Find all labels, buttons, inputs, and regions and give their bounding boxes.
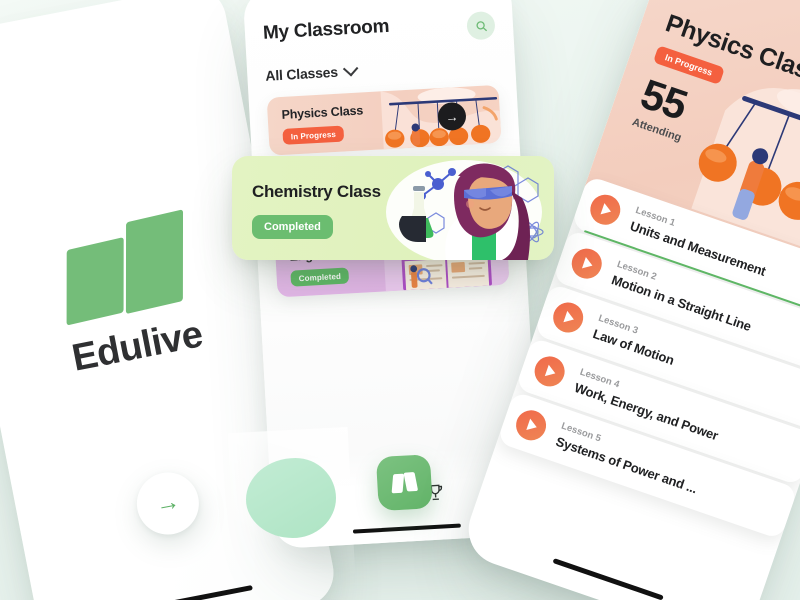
play-icon[interactable] xyxy=(512,406,551,445)
arrow-right-icon: → xyxy=(445,108,459,125)
book-icon xyxy=(391,472,419,494)
home-indicator xyxy=(352,523,461,534)
play-icon[interactable] xyxy=(586,190,625,229)
class-card-chemistry-floating[interactable]: Chemistry Class Completed xyxy=(232,156,554,260)
open-book-icon xyxy=(53,206,189,326)
status-badge: Completed xyxy=(290,267,350,287)
class-name: Chemistry Class xyxy=(252,182,381,201)
decorative-mint-blob xyxy=(246,458,336,538)
arrow-left-icon: ← xyxy=(675,0,701,5)
arrow-right-icon: → xyxy=(153,487,183,519)
page-title: My Classroom xyxy=(262,15,390,44)
class-card-physics[interactable]: Physics Class In Progress → xyxy=(266,84,502,156)
search-button[interactable] xyxy=(466,10,496,41)
search-icon xyxy=(475,20,487,31)
status-badge: In Progress xyxy=(282,125,345,145)
home-indicator xyxy=(120,584,253,600)
class-filter-dropdown[interactable]: All Classes xyxy=(265,55,498,84)
app-showcase-canvas: Edulive → My Classroom All Classes Physi… xyxy=(0,0,800,600)
home-indicator xyxy=(552,558,664,600)
classroom-header: My Classroom xyxy=(262,10,496,52)
play-icon[interactable] xyxy=(567,244,606,283)
nav-item-classes[interactable] xyxy=(375,454,433,512)
play-icon[interactable] xyxy=(530,352,569,391)
status-badge: Completed xyxy=(252,215,333,239)
play-icon[interactable] xyxy=(549,298,588,337)
chevron-down-icon xyxy=(342,60,358,76)
splash-next-button[interactable]: → xyxy=(131,467,205,540)
brand-name: Edulive xyxy=(68,313,206,380)
class-filter-label: All Classes xyxy=(264,63,339,84)
